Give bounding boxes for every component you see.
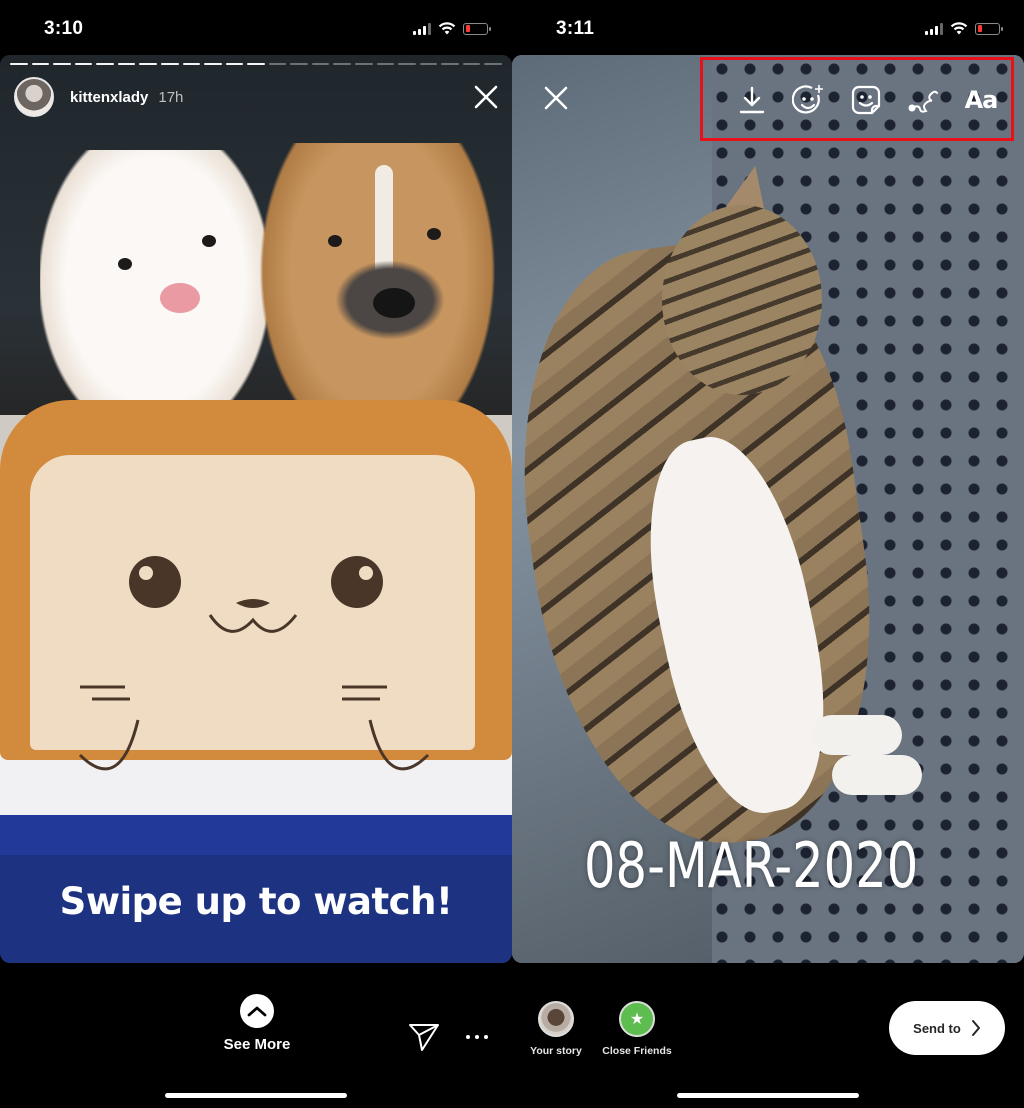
story-header: kittenxlady 17h — [14, 77, 500, 117]
progress-segment — [10, 63, 28, 65]
progress-segment — [268, 63, 287, 65]
swipe-up-text: Swipe up to watch! — [59, 879, 453, 923]
progress-segment — [290, 63, 308, 65]
progress-segment — [117, 63, 136, 65]
your-story-button[interactable]: Your story — [516, 1001, 596, 1057]
wifi-icon — [950, 22, 968, 35]
avatar[interactable] — [14, 77, 54, 117]
progress-segment — [160, 63, 179, 65]
progress-segment — [376, 63, 395, 65]
face-sparkle-icon — [792, 85, 823, 114]
star-icon: ★ — [619, 1001, 655, 1037]
send-to-button[interactable]: Send to — [889, 1001, 1005, 1055]
home-indicator — [165, 1093, 347, 1098]
story-editor-screen: 3:11 Aa 08-MAR-2020 Your story ★ Close F… — [512, 0, 1024, 1108]
send-to-label: Send to — [913, 1020, 961, 1036]
progress-segment — [74, 63, 93, 65]
avatar — [538, 1001, 574, 1037]
progress-segment — [139, 63, 157, 65]
progress-segment — [398, 63, 416, 65]
progress-segment — [204, 63, 222, 65]
progress-segment — [355, 63, 373, 65]
close-icon[interactable] — [472, 83, 500, 111]
download-button[interactable] — [735, 83, 769, 117]
editor-canvas[interactable]: Aa 08-MAR-2020 — [512, 55, 1024, 963]
status-icons — [413, 22, 491, 35]
chevron-up-icon — [240, 994, 274, 1028]
effects-button[interactable] — [792, 83, 826, 117]
close-friends-label: Close Friends — [602, 1045, 672, 1057]
progress-segment — [247, 63, 265, 65]
close-friends-button[interactable]: ★ Close Friends — [597, 1001, 677, 1057]
progress-segment — [96, 63, 114, 65]
ellipsis-icon[interactable] — [466, 1035, 488, 1041]
progress-segment — [225, 63, 244, 65]
progress-segment — [311, 63, 330, 65]
progress-segment — [419, 63, 438, 65]
see-more-label: See More — [223, 1036, 291, 1053]
story-photo — [0, 55, 512, 963]
see-more-button[interactable]: See More — [222, 994, 292, 1053]
username[interactable]: kittenxlady — [70, 89, 148, 106]
date-sticker[interactable]: 08-MAR-2020 — [584, 829, 918, 902]
story-time-ago: 17h — [158, 88, 184, 106]
squiggle-pen-icon — [908, 90, 938, 113]
your-story-label: Your story — [530, 1045, 582, 1057]
status-time: 3:11 — [556, 18, 595, 39]
draw-button[interactable] — [905, 83, 939, 117]
status-time: 3:10 — [44, 18, 84, 39]
story-progress-bar — [10, 63, 502, 65]
bread-face-embroidery — [78, 556, 430, 771]
paper-plane-icon[interactable] — [408, 1022, 440, 1052]
cellular-signal-icon — [925, 22, 943, 35]
swipe-up-banner: Swipe up to watch! — [0, 855, 512, 963]
battery-icon — [975, 22, 1003, 35]
download-icon — [739, 86, 765, 114]
close-icon[interactable] — [542, 84, 570, 112]
progress-segment — [333, 63, 351, 65]
sticker-button[interactable] — [849, 83, 883, 117]
story-card[interactable]: kittenxlady 17h Swipe up to watch! — [0, 55, 512, 963]
cellular-signal-icon — [413, 22, 431, 35]
home-indicator — [677, 1093, 859, 1098]
chevron-right-icon — [971, 1020, 980, 1036]
progress-segment — [31, 63, 50, 65]
battery-icon — [463, 22, 491, 35]
progress-segment — [53, 63, 71, 65]
progress-segment — [484, 63, 502, 65]
progress-segment — [182, 63, 201, 65]
story-viewer-screen: 3:10 kittenxlady 17h Swipe up to watch! … — [0, 0, 512, 1108]
status-icons — [925, 22, 1003, 35]
progress-segment — [441, 63, 459, 65]
text-tool-button[interactable]: Aa — [960, 83, 1002, 117]
wifi-icon — [438, 22, 456, 35]
sticker-icon — [851, 85, 881, 115]
progress-segment — [462, 63, 481, 65]
